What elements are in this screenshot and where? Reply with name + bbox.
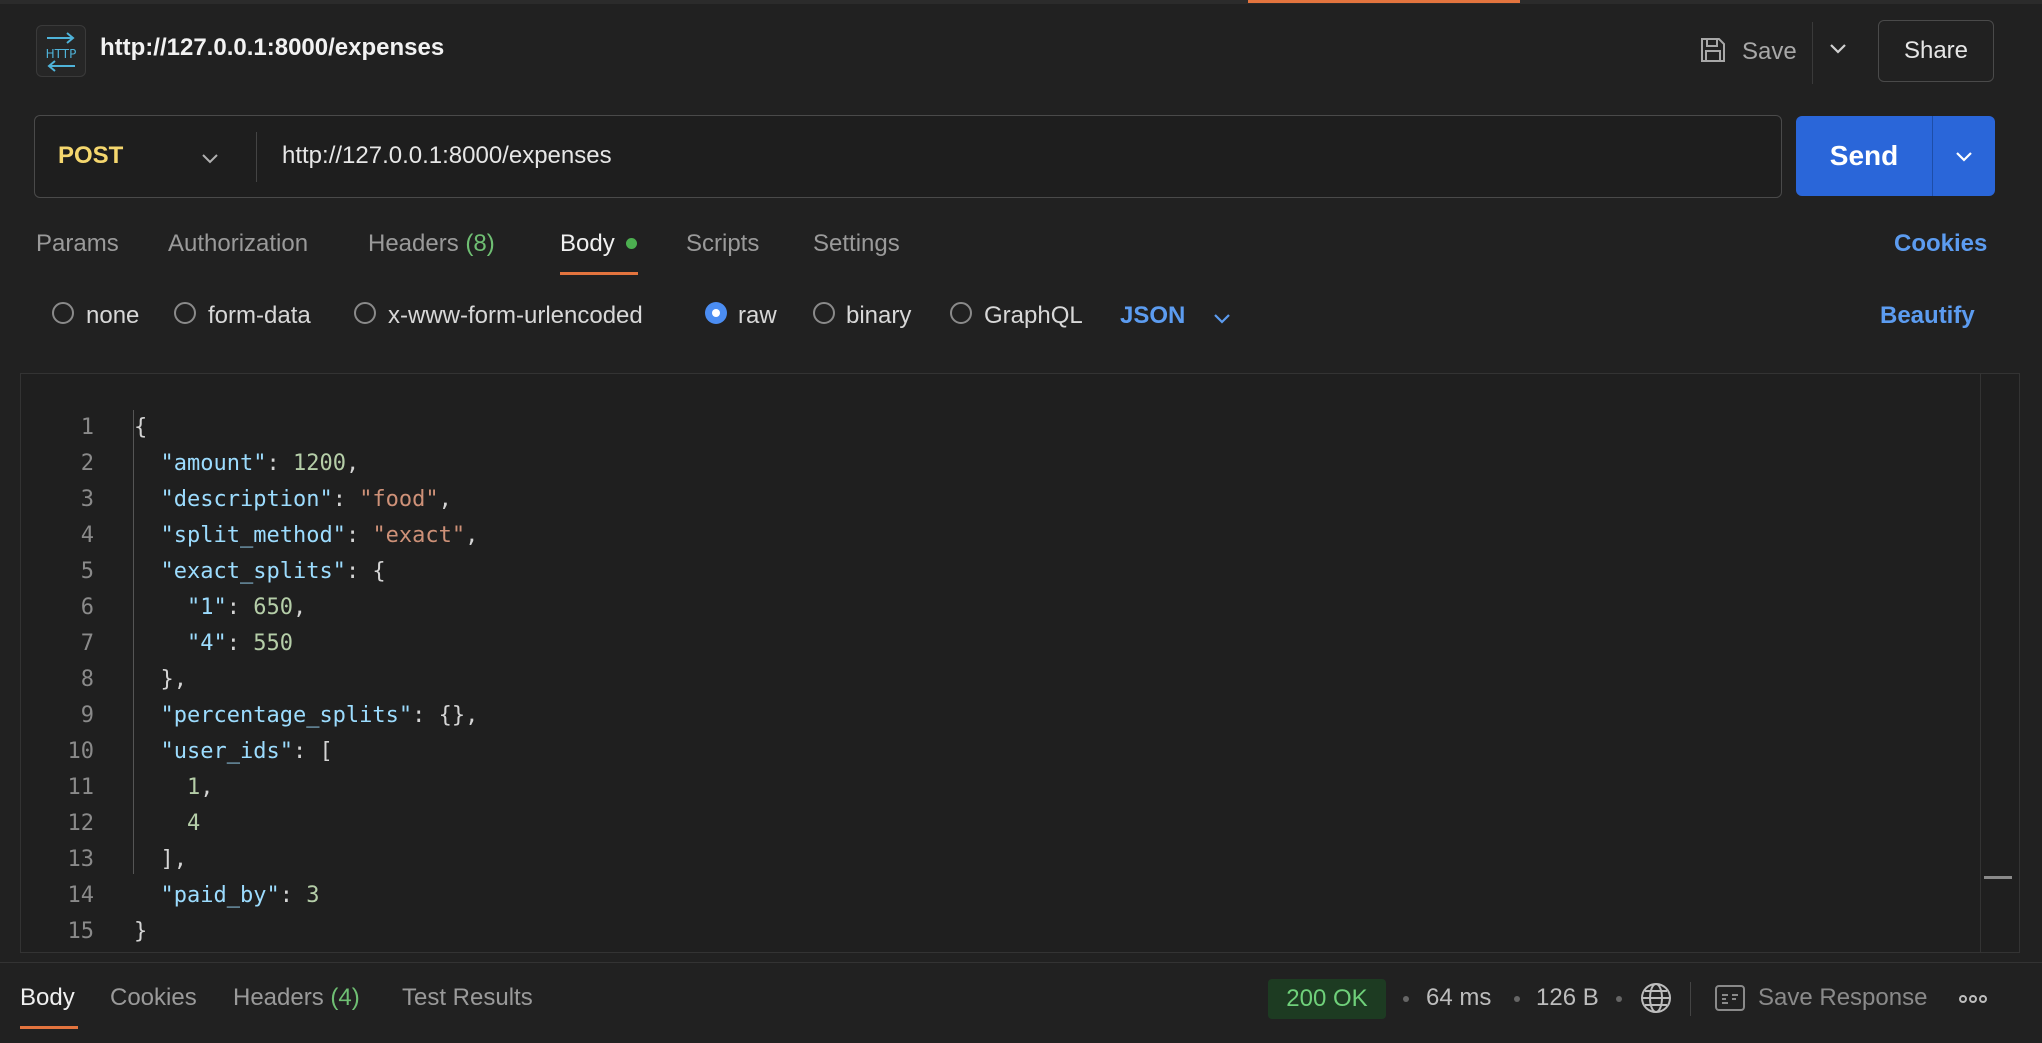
save-response-button[interactable]: Save Response — [1758, 984, 1927, 1012]
response-tab-test-results[interactable]: Test Results — [402, 984, 533, 1012]
code-line: 14 "paid_by": 3 — [67, 883, 320, 908]
response-tab-body-underline — [20, 1026, 78, 1029]
save-icon — [1698, 35, 1728, 70]
editor-scrollbar[interactable] — [1980, 374, 1981, 952]
tab-settings[interactable]: Settings — [813, 230, 900, 258]
code-line: 1{ — [80, 415, 148, 440]
radio-raw[interactable] — [705, 302, 727, 324]
code-line: 10 "user_ids": [ — [67, 739, 333, 764]
code-line: 12 4 — [67, 811, 201, 836]
format-chevron-down-icon[interactable] — [1210, 306, 1234, 335]
tab-scripts[interactable]: Scripts — [686, 230, 759, 258]
tab-headers-count: (8) — [465, 230, 495, 257]
tab-body-underline — [560, 272, 638, 275]
code-line: 2 "amount": 1200, — [80, 451, 360, 476]
body-format-select[interactable]: JSON — [1120, 302, 1185, 330]
editor-scroll-thumb[interactable] — [1984, 876, 2012, 879]
active-tab-indicator — [1248, 0, 1520, 3]
send-options-button[interactable] — [1933, 116, 1995, 196]
tab-params[interactable]: Params — [36, 230, 119, 258]
radio-binary[interactable] — [813, 302, 835, 324]
save-button[interactable]: Save — [1698, 32, 1797, 72]
code-line: 4 "split_method": "exact", — [80, 523, 479, 548]
radio-none-label[interactable]: none — [86, 302, 139, 330]
code-line: 5 "exact_splits": { — [80, 559, 386, 584]
response-tab-headers[interactable]: Headers (4) — [233, 984, 360, 1012]
radio-none[interactable] — [52, 302, 74, 324]
radio-form-data-label[interactable]: form-data — [208, 302, 311, 330]
save-response-example-icon — [1714, 984, 1746, 1017]
body-modified-dot-icon — [626, 238, 637, 249]
code-line: 15} — [67, 919, 148, 944]
radio-form-data[interactable] — [174, 302, 196, 324]
radio-urlencoded[interactable] — [354, 302, 376, 324]
status-badge[interactable]: 200 OK — [1268, 979, 1386, 1019]
meta-separator — [1514, 996, 1520, 1002]
code-line: 13 ], — [67, 847, 188, 872]
response-divider — [1690, 982, 1691, 1016]
cookies-link[interactable]: Cookies — [1894, 230, 1987, 258]
radio-binary-label[interactable]: binary — [846, 302, 911, 330]
meta-separator — [1403, 996, 1409, 1002]
code-line: 7 "4": 550 — [80, 631, 293, 656]
save-divider — [1812, 22, 1813, 84]
response-tab-headers-count: (4) — [330, 984, 360, 1011]
chevron-down-icon — [1956, 152, 1972, 162]
globe-icon[interactable] — [1638, 980, 1674, 1021]
radio-graphql[interactable] — [950, 302, 972, 324]
send-button[interactable]: Send — [1796, 116, 1932, 196]
method-chevron-down-icon[interactable] — [198, 146, 222, 175]
code-line: 6 "1": 650, — [80, 595, 307, 620]
code-line: 9 "percentage_splits": {}, — [80, 703, 479, 728]
tab-headers[interactable]: Headers (8) — [368, 230, 495, 258]
http-request-icon: HTTP — [36, 25, 86, 77]
beautify-button[interactable]: Beautify — [1880, 302, 1975, 330]
window-top-border — [0, 0, 2042, 4]
response-size[interactable]: 126 B — [1536, 984, 1599, 1012]
code-line: 8 }, — [80, 667, 187, 692]
tab-authorization[interactable]: Authorization — [168, 230, 308, 258]
more-options-icon[interactable] — [1958, 992, 1988, 1010]
response-time[interactable]: 64 ms — [1426, 984, 1491, 1012]
radio-raw-label[interactable]: raw — [738, 302, 777, 330]
radio-urlencoded-label[interactable]: x-www-form-urlencoded — [388, 302, 643, 330]
url-input[interactable]: http://127.0.0.1:8000/expenses — [282, 142, 612, 170]
save-options-chevron-down-icon[interactable] — [1826, 36, 1850, 65]
radio-graphql-label[interactable]: GraphQL — [984, 302, 1083, 330]
save-label: Save — [1742, 38, 1797, 65]
method-select[interactable]: POST — [58, 142, 123, 170]
response-tab-headers-label: Headers — [233, 984, 324, 1011]
code-line: 3 "description": "food", — [80, 487, 452, 512]
tab-headers-label: Headers — [368, 230, 459, 257]
response-tab-cookies[interactable]: Cookies — [110, 984, 197, 1012]
url-divider — [256, 132, 257, 182]
svg-text:HTTP: HTTP — [46, 47, 77, 61]
tab-body[interactable]: Body — [560, 230, 615, 258]
code-line: 11 1, — [67, 775, 214, 800]
request-title: http://127.0.0.1:8000/expenses — [100, 34, 445, 61]
response-tab-body[interactable]: Body — [20, 984, 75, 1012]
meta-separator — [1616, 996, 1622, 1002]
share-button[interactable]: Share — [1878, 20, 1994, 82]
